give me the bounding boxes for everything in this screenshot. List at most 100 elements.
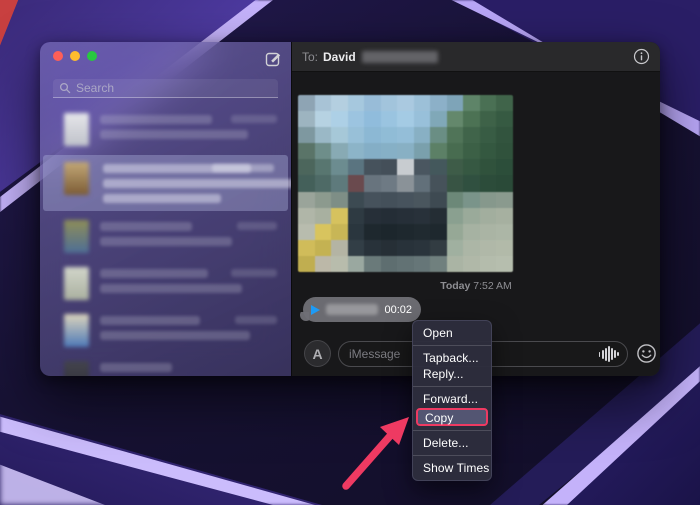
photo-pixel (430, 256, 447, 272)
menu-item-copy[interactable]: Copy (416, 408, 488, 426)
photo-pixel (496, 256, 513, 272)
info-button[interactable] (633, 48, 650, 65)
conversation-time-blurred (212, 164, 274, 172)
photo-pixel (480, 127, 497, 143)
close-button[interactable] (53, 51, 63, 61)
photo-pixel (447, 208, 464, 224)
conversation-item[interactable] (40, 213, 291, 260)
conversation-item[interactable] (40, 106, 291, 153)
photo-pixel (430, 224, 447, 240)
photo-pixel (430, 192, 447, 208)
photo-pixel (364, 192, 381, 208)
photo-pixel (348, 208, 365, 224)
photo-pixel (298, 175, 315, 191)
photo-pixel (414, 111, 431, 127)
photo-pixel (331, 256, 348, 272)
photo-pixel (381, 111, 398, 127)
photo-pixel (298, 208, 315, 224)
photo-pixel (463, 143, 480, 159)
photo-pixel (348, 240, 365, 256)
menu-item-open[interactable]: Open (413, 325, 491, 341)
photo-pixel (397, 256, 414, 272)
photo-pixel (414, 95, 431, 111)
conversation-preview (100, 316, 277, 346)
photo-pixel (430, 143, 447, 159)
audio-message-bubble[interactable]: 00:02 (303, 297, 421, 322)
photo-pixel (381, 192, 398, 208)
avatar (64, 314, 89, 347)
conversation-title-blurred (100, 222, 192, 231)
photo-pixel (315, 256, 332, 272)
photo-pixel (364, 175, 381, 191)
photo-pixel (496, 95, 513, 111)
photo-pixel (364, 240, 381, 256)
photo-pixel (480, 111, 497, 127)
menu-item-delete[interactable]: Delete... (413, 435, 491, 451)
conversation-time-blurred (231, 115, 277, 123)
conversation-time-blurred (235, 316, 277, 324)
photo-pixel (480, 175, 497, 191)
photo-pixel (414, 143, 431, 159)
photo-pixel (496, 208, 513, 224)
photo-pixel (315, 175, 332, 191)
photo-pixel (480, 240, 497, 256)
photo-pixel (414, 224, 431, 240)
menu-item-show-times[interactable]: Show Times (413, 460, 491, 476)
photo-pixel (381, 208, 398, 224)
conversation-preview (100, 363, 277, 376)
photo-pixel (463, 127, 480, 143)
photo-pixel (397, 95, 414, 111)
photo-pixel (496, 224, 513, 240)
chat-header: To: David (292, 42, 660, 72)
photo-pixel (430, 159, 447, 175)
photo-pixel (315, 127, 332, 143)
conversation-item[interactable] (40, 354, 291, 376)
photo-attachment[interactable] (298, 95, 513, 272)
photo-pixel (414, 208, 431, 224)
photo-pixel (331, 111, 348, 127)
conversation-preview (100, 115, 277, 145)
menu-item-tapback[interactable]: Tapback... (413, 350, 491, 366)
photo-pixel (463, 159, 480, 175)
apps-button[interactable]: A (304, 340, 331, 367)
menu-divider (413, 430, 491, 431)
zoom-button[interactable] (87, 51, 97, 61)
photo-pixel (397, 224, 414, 240)
play-icon[interactable] (311, 305, 320, 315)
conversation-line-blurred (100, 237, 232, 246)
photo-pixel (298, 192, 315, 208)
photo-pixel (348, 95, 365, 111)
photo-pixel (480, 192, 497, 208)
conversation-title-blurred (100, 316, 200, 325)
audio-duration: 00:02 (384, 304, 412, 316)
app-store-icon: A (312, 346, 322, 362)
photo-pixel (381, 127, 398, 143)
avatar (64, 113, 89, 146)
photo-pixel (381, 95, 398, 111)
menu-item-forward[interactable]: Forward... (413, 391, 491, 407)
photo-pixel (480, 224, 497, 240)
photo-pixel (496, 159, 513, 175)
compose-button[interactable] (265, 50, 282, 67)
search-icon (59, 82, 71, 94)
conversation-item[interactable] (40, 307, 291, 354)
photo-pixel (298, 240, 315, 256)
conversation-item[interactable] (40, 260, 291, 307)
photo-pixel (364, 111, 381, 127)
audio-record-icon[interactable] (599, 346, 619, 362)
conversation-preview (100, 269, 277, 299)
minimize-button[interactable] (70, 51, 80, 61)
photo-pixel (315, 192, 332, 208)
menu-item-reply[interactable]: Reply... (413, 366, 491, 382)
photo-pixel (348, 111, 365, 127)
conversation-line-blurred (100, 284, 242, 293)
conversation-item[interactable] (43, 155, 288, 211)
emoji-picker-button[interactable] (636, 343, 657, 364)
photo-pixel (331, 143, 348, 159)
photo-pixel (496, 127, 513, 143)
photo-pixel (447, 95, 464, 111)
photo-pixel (348, 127, 365, 143)
photo-pixel (298, 143, 315, 159)
recipient-name: David (323, 50, 356, 64)
search-input[interactable]: Search (53, 79, 278, 98)
